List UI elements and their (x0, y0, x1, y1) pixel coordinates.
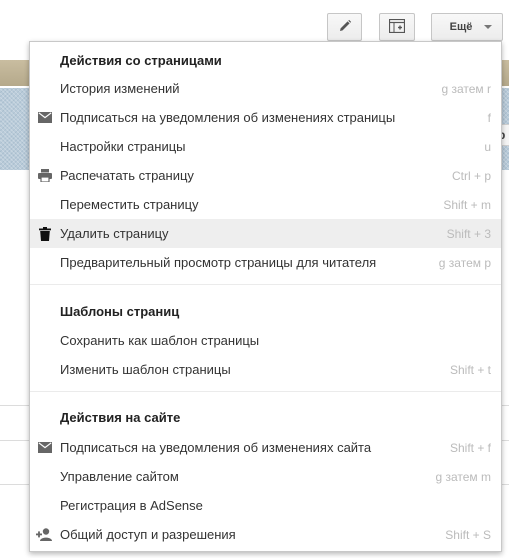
menu-item-delete-page[interactable]: Удалить страницу Shift + 3 (30, 219, 501, 248)
section-heading-page-templates: Шаблоны страниц (60, 304, 180, 319)
more-actions-menu: Действия со страницами История изменений… (29, 41, 502, 552)
more-actions-button[interactable]: Ещё (431, 13, 503, 41)
menu-item-label: Изменить шаблон страницы (60, 362, 231, 377)
menu-item-shortcut: Shift + S (445, 527, 491, 542)
menu-item-label: Настройки страницы (60, 139, 186, 154)
menu-item-shortcut: g затем r (441, 81, 491, 96)
menu-item-label: Распечатать страницу (60, 168, 194, 183)
menu-item-shortcut: u (484, 139, 491, 154)
menu-item-label: История изменений (60, 81, 180, 96)
menu-item-page-settings[interactable]: Настройки страницы u (30, 132, 501, 161)
menu-item-save-as-template[interactable]: Сохранить как шаблон страницы (30, 326, 501, 355)
menu-separator (30, 391, 501, 392)
more-actions-label: Ещё (449, 21, 473, 33)
menu-item-label: Управление сайтом (60, 469, 179, 484)
menu-item-label: Удалить страницу (60, 226, 169, 241)
menu-item-shortcut: Shift + f (449, 440, 491, 455)
printer-icon (36, 167, 54, 185)
menu-item-label: Подписаться на уведомления об изменениях… (60, 440, 372, 455)
menu-item-shortcut: g затем m (435, 469, 491, 484)
section-heading-page-actions: Действия со страницами (60, 53, 222, 68)
menu-item-shortcut: Ctrl + p (451, 168, 491, 183)
menu-separator (30, 284, 501, 285)
new-page-button[interactable] (379, 13, 415, 41)
menu-item-shortcut: Shift + 3 (446, 226, 491, 241)
menu-item-label: Сохранить как шаблон страницы (60, 333, 260, 348)
menu-item-shortcut: f (487, 110, 491, 125)
menu-item-shortcut: Shift + t (449, 362, 491, 377)
menu-item-revision-history[interactable]: История изменений g затем r (30, 74, 501, 103)
menu-item-print-page[interactable]: Распечатать страницу Ctrl + p (30, 161, 501, 190)
menu-item-subscribe-page-changes[interactable]: Подписаться на уведомления об изменениях… (30, 103, 501, 132)
menu-item-subscribe-site-changes[interactable]: Подписаться на уведомления об изменениях… (30, 433, 501, 462)
menu-item-change-template[interactable]: Изменить шаблон страницы Shift + t (30, 355, 501, 384)
menu-item-shortcut: Shift + m (443, 197, 491, 212)
edit-page-button[interactable] (327, 13, 362, 41)
menu-item-label: Подписаться на уведомления об изменениях… (60, 110, 396, 125)
pencil-icon (338, 19, 352, 36)
menu-item-label: Предварительный просмотр страницы для чи… (60, 255, 377, 270)
menu-item-label: Регистрация в AdSense (60, 498, 203, 513)
envelope-icon (36, 109, 54, 127)
menu-item-move-page[interactable]: Переместить страницу Shift + m (30, 190, 501, 219)
section-heading-site-actions: Действия на сайте (60, 410, 181, 425)
page-layout-icon (388, 18, 406, 36)
trash-icon (36, 225, 54, 243)
chevron-down-icon (484, 25, 493, 29)
envelope-icon (36, 439, 54, 457)
menu-item-label: Переместить страницу (60, 197, 199, 212)
add-person-icon (36, 526, 54, 544)
menu-item-sharing-permissions[interactable]: Общий доступ и разрешения Shift + S (30, 520, 501, 549)
menu-item-reader-preview[interactable]: Предварительный просмотр страницы для чи… (30, 248, 501, 277)
menu-item-shortcut: g затем p (438, 255, 491, 270)
menu-item-adsense-signup[interactable]: Регистрация в AdSense (30, 491, 501, 520)
menu-item-manage-site[interactable]: Управление сайтом g затем m (30, 462, 501, 491)
menu-item-label: Общий доступ и разрешения (60, 527, 236, 542)
